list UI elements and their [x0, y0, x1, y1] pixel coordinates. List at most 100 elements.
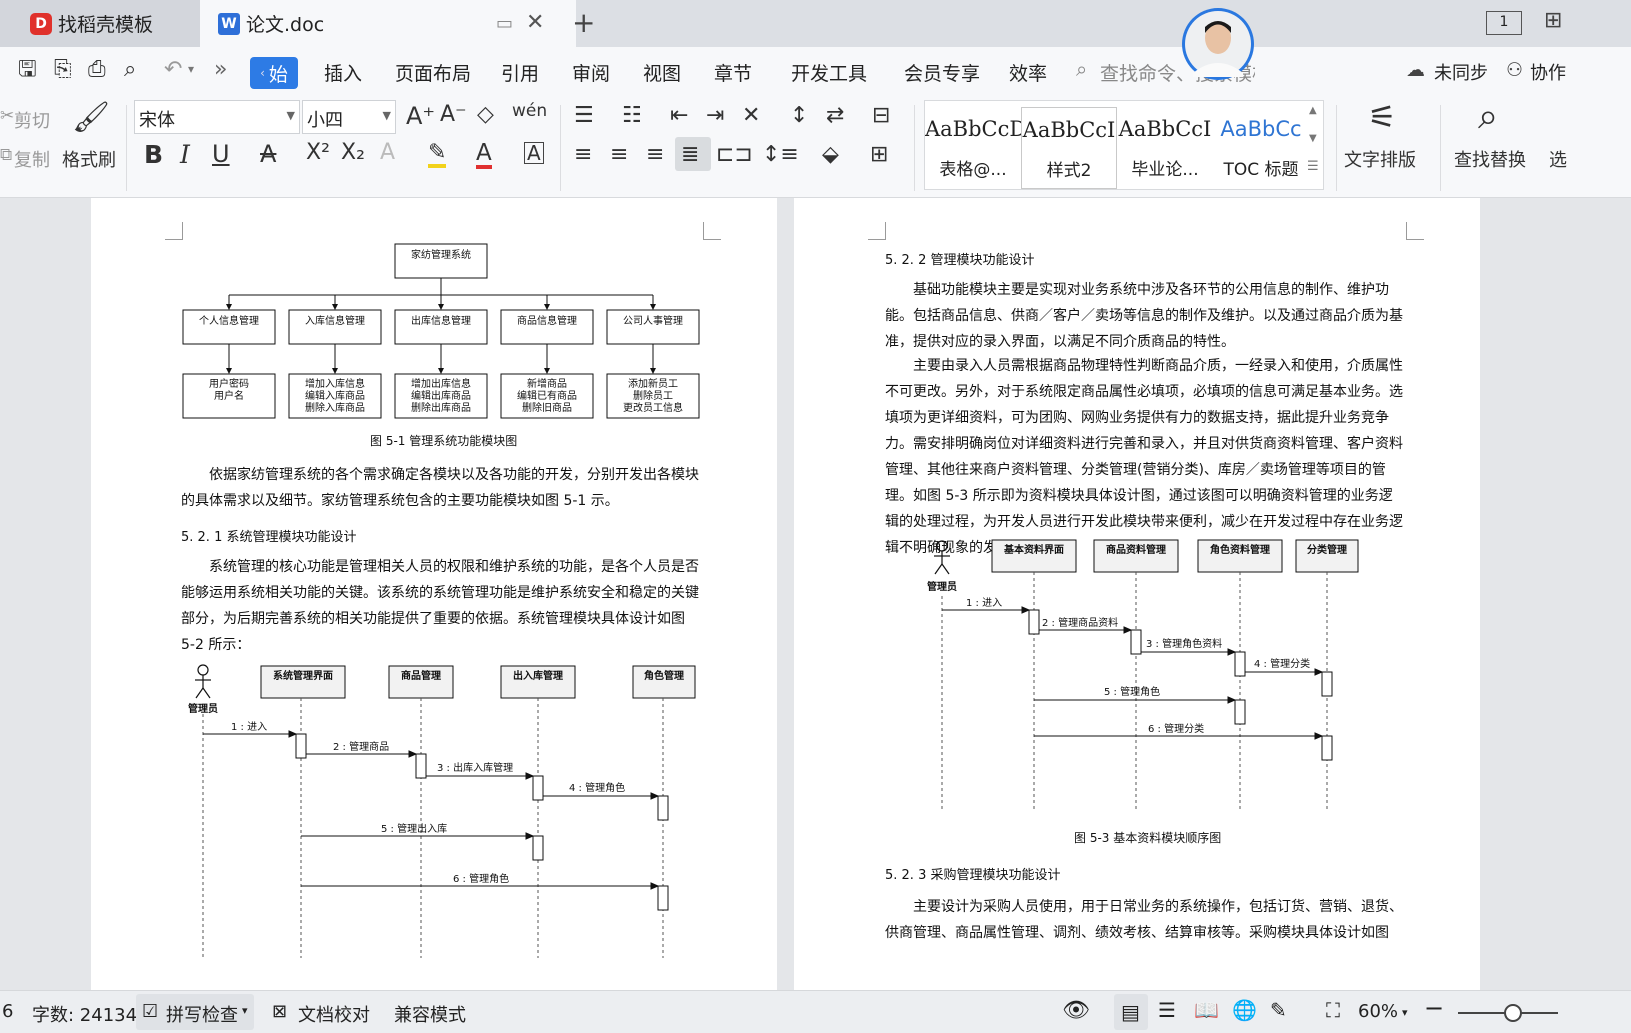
eye-protection-icon[interactable]: 👁 [1062, 998, 1090, 1023]
line-spacing-icon[interactable]: ↕≡ [762, 144, 799, 166]
distributed-icon[interactable]: ⊏⊐ [716, 144, 753, 166]
decrease-indent-icon[interactable]: ⇤ [670, 105, 688, 127]
scroll-down-icon[interactable]: ▼ [1309, 133, 1317, 144]
cloud-sync-icon[interactable]: ☁ [1406, 61, 1425, 80]
org-detail: 删除入库商品 [305, 401, 365, 414]
menu-efficiency[interactable]: 效率 [1009, 59, 1047, 86]
scroll-up-icon[interactable]: ▲ [1309, 105, 1317, 116]
save-icon[interactable]: 🖫 [18, 59, 37, 81]
outline-icon[interactable]: ☰ [1158, 998, 1176, 1022]
screen-icon[interactable]: ▭ [496, 13, 513, 34]
format-painter-button[interactable]: 格式刷 [62, 146, 116, 172]
page-view-icon[interactable]: 1 [1486, 11, 1522, 35]
web-layout-icon[interactable]: 🌐 [1232, 998, 1257, 1022]
italic-icon[interactable]: I [180, 142, 190, 167]
font-color-icon[interactable]: A [476, 142, 492, 169]
phonetic-guide-icon[interactable]: wén [512, 103, 547, 120]
strikethrough-icon[interactable]: A [260, 142, 276, 166]
search-icon[interactable]: ⌕ [1076, 59, 1087, 79]
collab-icon[interactable]: ⚇ [1506, 61, 1523, 80]
grow-font-icon[interactable]: A⁺ [406, 104, 435, 128]
text-layout-button[interactable]: 文字排版 [1344, 146, 1416, 172]
font-name-select[interactable]: 宋体 ▼ [134, 100, 300, 134]
export-icon[interactable]: ⎘ [54, 59, 72, 81]
shading-icon[interactable]: ⬙ [822, 144, 839, 166]
chevron-down-icon[interactable]: ▾ [1402, 1006, 1408, 1019]
style-style2[interactable]: AaBbCcI 样式2 [1021, 107, 1117, 189]
ruler-icon[interactable]: ⊟ [872, 105, 890, 127]
menu-references[interactable]: 引用 [501, 59, 539, 86]
page-view-button[interactable]: ▤ [1114, 994, 1148, 1030]
page-number[interactable]: 6 [2, 1001, 13, 1022]
zoom-out-button[interactable]: − [1424, 994, 1444, 1022]
close-tab-icon[interactable]: ✕ [526, 10, 544, 35]
gallery-more-icon[interactable]: ☰ [1307, 159, 1319, 174]
fit-page-icon[interactable]: ⛶ [1326, 998, 1340, 1022]
style-table[interactable]: AaBbCcDd 表格@... [925, 107, 1021, 189]
tab-start[interactable]: ‹ 始 [250, 57, 298, 89]
spell-check-button[interactable]: ☑ 拼写检查 ▾ [136, 994, 254, 1030]
print-icon[interactable]: ⎙ [88, 59, 106, 81]
numbered-list-icon[interactable]: ☷ [622, 105, 642, 127]
bullet-list-icon[interactable]: ☰ [574, 105, 594, 127]
new-tab-button[interactable]: + [572, 6, 595, 39]
align-right-icon[interactable]: ≡ [646, 144, 664, 166]
highlight-icon[interactable]: ✎ [428, 142, 447, 168]
justify-button[interactable]: ≣ [675, 137, 711, 171]
write-mode-icon[interactable]: ✎ [1270, 998, 1287, 1022]
sync-status[interactable]: 未同步 [1434, 59, 1488, 85]
find-icon[interactable]: ⌕ [1478, 99, 1498, 135]
align-left-icon[interactable]: ≡ [574, 144, 592, 166]
copy-icon[interactable]: ⧉ [0, 147, 12, 164]
bold-icon[interactable]: B [144, 142, 163, 167]
borders-icon[interactable]: ⊞ [870, 144, 888, 166]
doc-proof-button[interactable]: 文档校对 [298, 1001, 370, 1027]
paragraph-direction-icon[interactable]: ⇄ [826, 105, 844, 127]
shrink-font-icon[interactable]: A⁻ [440, 104, 467, 126]
zoom-slider-handle[interactable] [1504, 1004, 1522, 1022]
clear-format-icon[interactable]: ◇ [477, 104, 494, 126]
chinese-layout-icon[interactable]: ✕ [742, 105, 760, 127]
menu-review[interactable]: 审阅 [572, 59, 610, 86]
sort-icon[interactable]: ↕ [790, 105, 808, 127]
subscript-icon[interactable]: X₂ [341, 142, 365, 164]
cut-button[interactable]: 剪切 [14, 107, 50, 133]
find-replace-button[interactable]: 查找替换 [1454, 146, 1526, 172]
menu-view[interactable]: 视图 [643, 59, 681, 86]
zoom-level[interactable]: 60% [1358, 1001, 1398, 1022]
text-layout-icon[interactable]: ⚟ [1368, 101, 1397, 133]
undo-icon[interactable]: ↶ [164, 59, 182, 81]
text-effect-icon[interactable]: A [380, 142, 395, 164]
select-button[interactable]: 选 [1549, 146, 1567, 172]
print-preview-icon[interactable]: ⌕ [124, 59, 136, 81]
menu-developer[interactable]: 开发工具 [791, 59, 867, 86]
proofread-icon[interactable]: ⊠ [272, 1001, 287, 1022]
menu-chapter[interactable]: 章节 [714, 59, 752, 86]
scissors-icon[interactable]: ✂ [0, 108, 14, 125]
tab-templates[interactable]: D 找稻壳模板 [0, 0, 200, 47]
reading-mode-icon[interactable]: 📖 [1194, 998, 1219, 1022]
style-toc-heading[interactable]: AaBbCc TOC 标题 [1213, 107, 1309, 189]
copy-button[interactable]: 复制 [14, 146, 50, 172]
menu-insert[interactable]: 插入 [324, 59, 362, 86]
superscript-icon[interactable]: X² [306, 142, 330, 164]
divider [560, 105, 561, 191]
char-border-icon[interactable]: A [524, 142, 544, 164]
underline-icon[interactable]: U [212, 142, 230, 166]
more-icon[interactable]: » [214, 59, 227, 81]
style-thesis[interactable]: AaBbCcI 毕业论... [1117, 107, 1213, 189]
menu-member[interactable]: 会员专享 [904, 59, 980, 86]
org-module: 出库信息管理 [411, 314, 471, 327]
tab-document[interactable]: W 论文.doc ▭ ✕ [200, 0, 576, 47]
increase-indent-icon[interactable]: ⇥ [706, 105, 724, 127]
font-size-select[interactable]: 小四 ▼ [302, 100, 396, 134]
chevron-down-icon[interactable]: ▾ [188, 63, 194, 75]
word-count[interactable]: 字数: 24134 [32, 1001, 137, 1027]
align-center-icon[interactable]: ≡ [610, 144, 628, 166]
avatar[interactable] [1182, 8, 1254, 80]
grid-icon[interactable]: ⊞ [1544, 8, 1562, 33]
chevron-down-icon: ▼ [382, 109, 391, 122]
menu-page-layout[interactable]: 页面布局 [395, 59, 471, 86]
collab-button[interactable]: 协作 [1530, 59, 1566, 85]
format-painter-icon[interactable]: 🖌 [72, 103, 110, 133]
